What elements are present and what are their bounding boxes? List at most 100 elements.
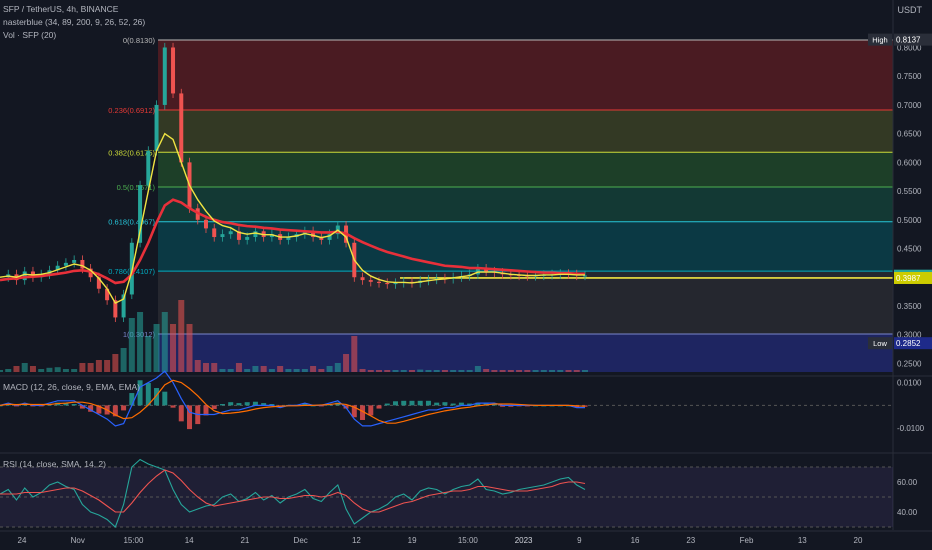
price-tick-label: 0.7000	[897, 101, 922, 110]
candle-body	[228, 231, 233, 235]
volume-bar	[376, 370, 383, 372]
volume-bar	[367, 370, 374, 372]
volume-bar	[384, 370, 391, 372]
volume-bar	[549, 370, 556, 372]
candle-body	[146, 150, 151, 186]
volume-bar	[433, 370, 440, 372]
volume-bar	[227, 369, 234, 372]
time-tick-label: 24	[18, 536, 27, 545]
volume-bar	[524, 370, 531, 372]
time-tick-label: 16	[631, 536, 640, 545]
volume-bar	[128, 318, 135, 372]
volume-bar	[441, 370, 448, 372]
candle-body	[253, 231, 258, 238]
macd-histogram-bar	[170, 405, 176, 408]
volume-bar	[359, 369, 366, 372]
price-tick-label: 0.6000	[897, 158, 922, 167]
macd-histogram-bar	[417, 400, 423, 406]
volume-bar	[301, 369, 308, 372]
candle-body	[203, 219, 208, 229]
volume-bar	[408, 370, 415, 372]
indicator-label[interactable]: nasterblue (34, 89, 200, 9, 26, 52, 26)	[3, 17, 145, 27]
macd-histogram-bar	[442, 402, 448, 406]
candle-body	[171, 47, 176, 94]
rsi-tick-label: 40.00	[897, 508, 918, 517]
macd-histogram-bar	[409, 400, 415, 406]
volume-bar	[532, 370, 539, 372]
price-tick-label: 0.4500	[897, 245, 922, 254]
volume-bar	[71, 369, 78, 372]
volume-bar	[540, 370, 547, 372]
time-tick-label: Feb	[740, 536, 754, 545]
macd-histogram-bar	[219, 404, 225, 406]
candle-body	[377, 281, 382, 283]
volume-bar	[137, 312, 144, 372]
time-tick-label: 20	[854, 536, 863, 545]
time-tick-label: Nov	[71, 536, 85, 545]
macd-histogram-bar	[392, 401, 398, 406]
candle-body	[162, 47, 167, 105]
volume-bar	[318, 369, 325, 372]
macd-histogram-bar	[162, 391, 168, 406]
volume-bar	[161, 312, 168, 372]
volume-bar	[5, 369, 12, 372]
volume-bar	[310, 366, 317, 372]
volume-bar	[95, 360, 102, 372]
volume-bar	[425, 370, 432, 372]
volume-bar	[351, 336, 358, 372]
time-tick-label: 9	[577, 536, 582, 545]
time-tick-label: 21	[240, 536, 249, 545]
volume-bar	[334, 363, 341, 372]
macd-histogram-bar	[425, 400, 431, 406]
volume-bar	[153, 324, 160, 372]
candle-body	[393, 282, 398, 285]
macd-histogram-bar	[376, 405, 382, 409]
fib-band	[158, 152, 893, 187]
macd-histogram-bar	[129, 393, 135, 406]
fib-label: 0.618(0.4967)	[108, 218, 155, 227]
macd-histogram-bar	[244, 402, 250, 406]
fib-band	[158, 333, 893, 372]
rsi-label[interactable]: RSI (14, close, SMA, 14, 2)	[3, 459, 106, 469]
macd-histogram-bar	[71, 404, 77, 406]
low-label: Low	[873, 339, 887, 348]
macd-histogram-bar	[434, 402, 440, 406]
macd-histogram-bar	[236, 403, 242, 406]
symbol-title[interactable]: SFP / TetherUS, 4h, BINANCE	[3, 4, 118, 14]
time-tick-label: Dec	[294, 536, 308, 545]
volume-bar	[54, 367, 61, 372]
volume-bar	[285, 369, 292, 372]
currency-label: USDT	[897, 5, 923, 15]
time-tick-label: 13	[798, 536, 807, 545]
volume-bar	[417, 369, 424, 372]
candle-body	[220, 234, 225, 238]
volume-bar	[450, 370, 457, 372]
macd-label[interactable]: MACD (12, 26, close, 9, EMA, EMA)	[3, 382, 140, 392]
candle-body	[212, 228, 217, 238]
candle-body	[22, 271, 27, 281]
candle-body	[63, 262, 68, 266]
high-value: 0.8137	[896, 36, 921, 45]
price-tick-label: 0.5000	[897, 216, 922, 225]
low-value: 0.2852	[896, 339, 921, 348]
volume-bar	[277, 366, 284, 372]
time-tick-label: 2023	[515, 536, 533, 545]
time-tick-label: 23	[686, 536, 695, 545]
macd-histogram-bar	[450, 403, 456, 406]
volume-bar	[293, 369, 300, 372]
volume-bar	[343, 354, 350, 372]
price-tick-label: 0.6500	[897, 130, 922, 139]
volume-label[interactable]: Vol · SFP (20)	[3, 30, 56, 40]
volume-bar	[582, 370, 588, 372]
macd-tick-label: -0.0100	[897, 424, 925, 433]
macd-line	[0, 370, 585, 427]
volume-bar	[400, 370, 407, 372]
chart-canvas: 0(0.8130)0.236(0.6912)0.382(0.6175)0.5(0…	[0, 0, 932, 545]
volume-bar	[244, 369, 251, 372]
price-tick-label: 0.5500	[897, 187, 922, 196]
candle-body	[583, 275, 587, 277]
volume-bar	[29, 366, 36, 372]
volume-bar	[194, 360, 201, 372]
volume-bar	[178, 300, 185, 372]
volume-bar	[87, 363, 94, 372]
